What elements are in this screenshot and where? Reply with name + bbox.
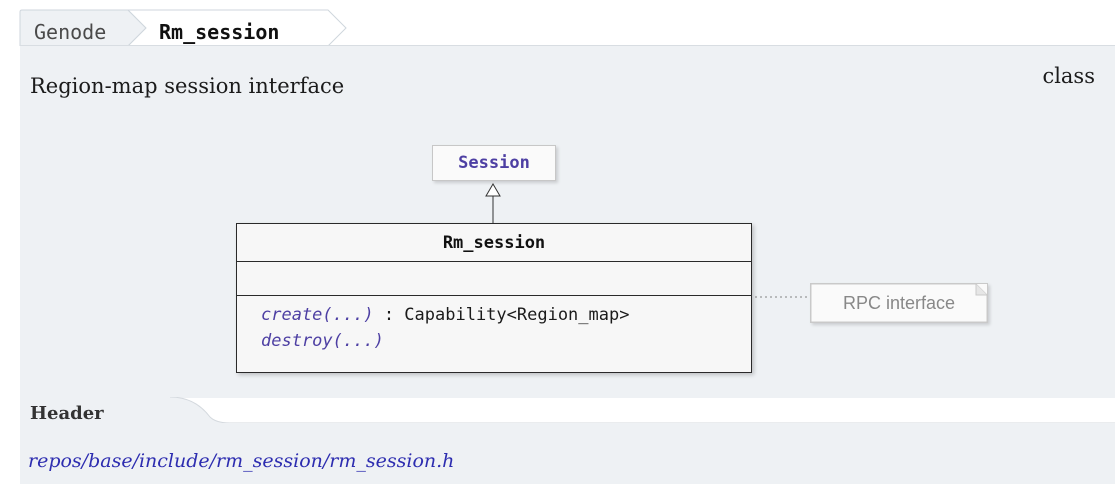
operation-row: destroy(...)	[261, 328, 751, 354]
header-tab-shape	[20, 397, 1115, 423]
breadcrumb: Genode Rm_session	[0, 0, 360, 46]
class-description: Region-map session interface	[30, 74, 345, 98]
operation-row: create(...) : Capability<Region_map>	[261, 302, 751, 328]
rpc-interface-note: RPC interface	[810, 283, 988, 323]
note-text: RPC interface	[842, 292, 956, 313]
breadcrumb-current: Rm_session	[159, 20, 280, 44]
uml-operations: create(...) : Capability<Region_map> des…	[237, 296, 751, 354]
header-file-link[interactable]: repos/base/include/rm_session/rm_session…	[28, 450, 454, 472]
uml-attributes	[237, 262, 751, 296]
uml-class-box: Rm_session create(...) : Capability<Regi…	[236, 223, 752, 373]
kind-label: class	[1042, 64, 1095, 88]
header-section-title: Header	[30, 403, 104, 424]
base-class-box[interactable]: Session	[432, 145, 556, 181]
base-class-link[interactable]: Session	[458, 153, 530, 173]
breadcrumb-parent-link[interactable]: Genode	[34, 20, 106, 44]
operation-destroy-link[interactable]: destroy(...)	[261, 331, 384, 351]
operation-create-return: : Capability<Region_map>	[373, 305, 630, 325]
uml-class-name: Rm_session	[237, 224, 751, 262]
operation-create-link[interactable]: create(...)	[261, 305, 374, 325]
